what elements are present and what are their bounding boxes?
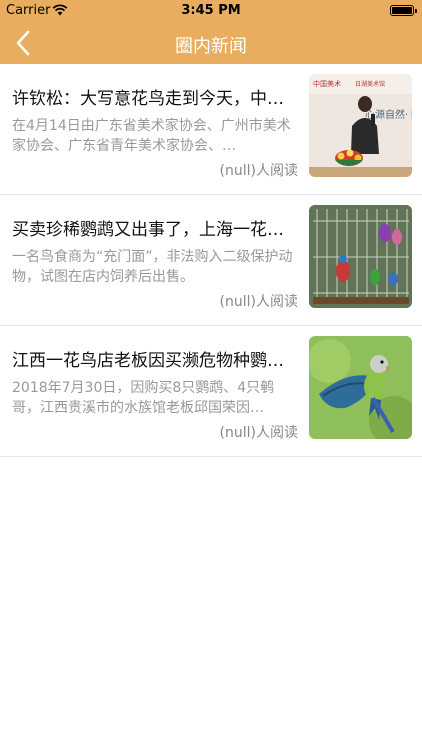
news-item[interactable]: 买卖珍稀鹦鹉又出事了，上海一花… 一名鸟食商为“充门面”，非法购入二级保护动物，… — [0, 195, 422, 326]
news-title: 许钦松：大写意花鸟走到今天，中… — [12, 89, 284, 109]
page-title: 圈内新闻 — [175, 36, 247, 57]
news-item[interactable]: 江西一花鸟店老板因买濒危物种鹦… 2018年7月30日，因购买8只鹦鹉、4只鹌哥… — [0, 326, 422, 457]
status-time: 3:45 PM — [181, 3, 241, 18]
read-count: (null)人阅读 — [219, 294, 298, 310]
news-summary: 2018年7月30日，因购买8只鹦鹉、4只鹌哥，江西贵溪市的水族馆老板邱国荣因… — [12, 380, 275, 416]
top-bar: Carrier 3:45 PM 圈内新闻 — [0, 0, 422, 64]
read-count: (null)人阅读 — [219, 163, 298, 179]
thumbnail-caption: 中国美术 — [313, 79, 341, 88]
thumbnail-caption: 日湖美术馆 — [355, 80, 385, 88]
news-summary: 在4月14日由广东省美术家协会、广州市美术家协会、广东省青年美术家协会、… — [12, 118, 291, 154]
news-thumbnail: 中国美术 日湖美术馆 心源自然·卜 — [309, 74, 412, 177]
navigation-bar: 圈内新闻 — [0, 22, 422, 64]
battery-icon — [390, 5, 417, 16]
news-thumbnail — [309, 205, 412, 308]
read-count: (null)人阅读 — [219, 425, 298, 441]
news-summary: 一名鸟食商为“充门面”，非法购入二级保护动物，试图在店内饲养后出售。 — [12, 249, 293, 285]
news-thumbnail — [309, 336, 412, 439]
status-bar: Carrier 3:45 PM — [0, 0, 422, 22]
news-title: 江西一花鸟店老板因买濒危物种鹦… — [12, 351, 284, 371]
news-title: 买卖珍稀鹦鹉又出事了，上海一花… — [12, 220, 284, 240]
news-list: 许钦松：大写意花鸟走到今天，中… 在4月14日由广东省美术家协会、广州市美术家协… — [0, 64, 422, 457]
news-item[interactable]: 许钦松：大写意花鸟走到今天，中… 在4月14日由广东省美术家协会、广州市美术家协… — [0, 64, 422, 195]
